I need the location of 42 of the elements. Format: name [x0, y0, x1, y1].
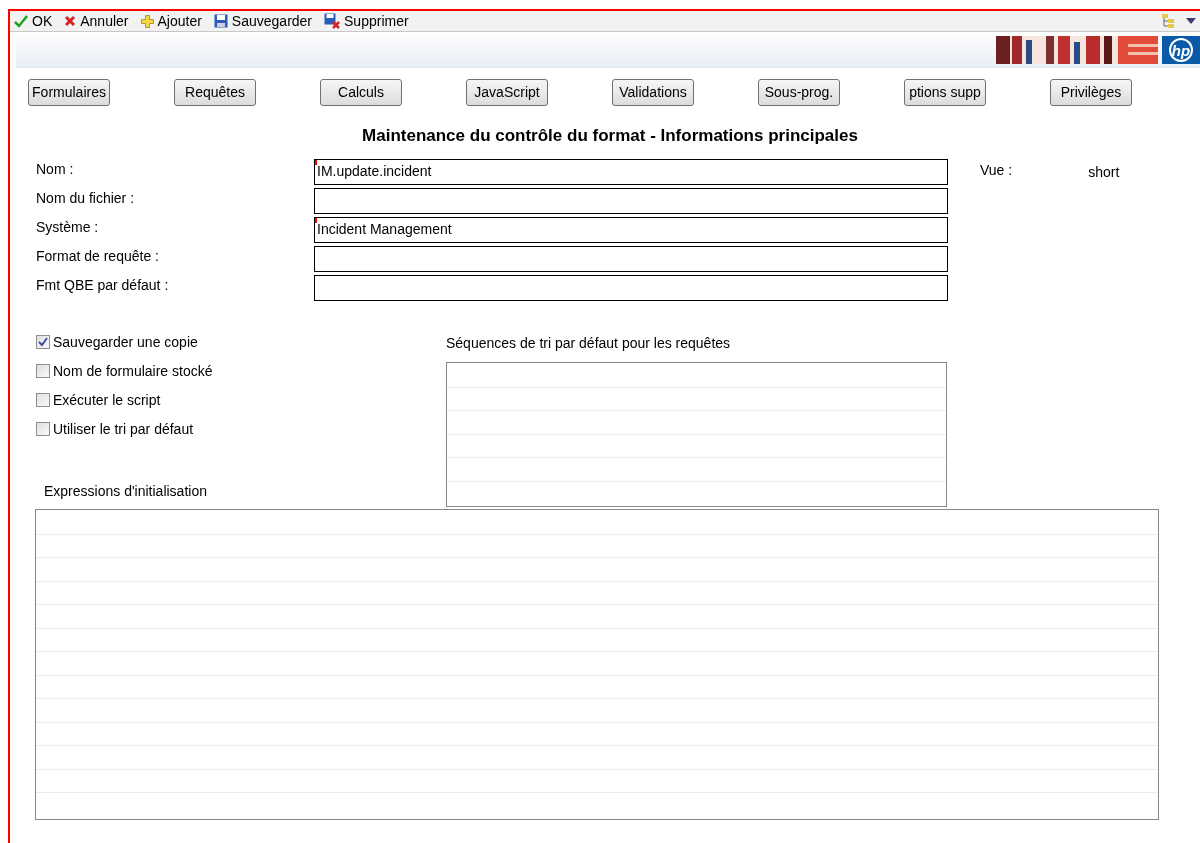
view-label: Vue : [980, 160, 1013, 180]
field-label: Format de requête : [35, 246, 160, 266]
checkbox-label: Exécuter le script [53, 390, 161, 410]
checkbox-label: Utiliser le tri par défaut [53, 419, 194, 439]
tab-button[interactable]: JavaScript [466, 79, 548, 106]
toolbar-button[interactable]: Ajouter [140, 14, 202, 28]
check-icon [14, 14, 28, 28]
tab-button[interactable]: Formulaires [28, 79, 110, 106]
checkbox-label: Sauvegarder une copie [53, 332, 198, 352]
field-label: Système : [35, 217, 100, 237]
form-title: Maintenance du contrôle du format - Informations principales [361, 125, 859, 147]
floppy-delete-icon [324, 13, 341, 29]
toolbar-button[interactable]: OK [14, 14, 53, 28]
tab-button[interactable]: ptions supp [904, 79, 986, 106]
close-icon [64, 15, 77, 27]
checkbox[interactable] [36, 335, 50, 349]
plus-icon [140, 14, 154, 28]
dropdown-arrow-icon[interactable] [1186, 18, 1196, 24]
hp-logo: hp [1162, 36, 1200, 64]
field-label: Nom du fichier : [35, 188, 136, 208]
text-field[interactable] [314, 245, 948, 272]
toolbar-button[interactable]: Annuler [64, 14, 129, 28]
text-field[interactable] [314, 187, 948, 214]
tab-button[interactable]: Validations [612, 79, 694, 106]
tab-button[interactable]: Privilèges [1050, 79, 1132, 106]
checkbox[interactable] [36, 364, 50, 378]
text-field[interactable] [314, 274, 948, 301]
field-label: Fmt QBE par défaut : [35, 275, 170, 295]
checkbox[interactable] [36, 393, 50, 407]
section-label: Expressions d'initialisation [43, 481, 208, 501]
toolbar-button[interactable]: Supprimer [324, 13, 409, 29]
tab-button[interactable]: Requêtes [174, 79, 256, 106]
text-field[interactable]: Incident Management [314, 216, 948, 243]
section-label: Séquences de tri par défaut pour les requêtes [446, 333, 732, 353]
field-label: Nom : [35, 159, 75, 179]
view-value: short [1088, 162, 1120, 182]
toolbar-button[interactable]: Sauvegarder [213, 14, 313, 28]
tab-button[interactable]: Calculs [320, 79, 402, 106]
text-field[interactable]: IM.update.incident [314, 158, 948, 185]
tab-button[interactable]: Sous-prog. [758, 79, 840, 106]
checkbox-label: Nom de formulaire stocké [53, 361, 213, 381]
checkbox[interactable] [36, 422, 50, 436]
